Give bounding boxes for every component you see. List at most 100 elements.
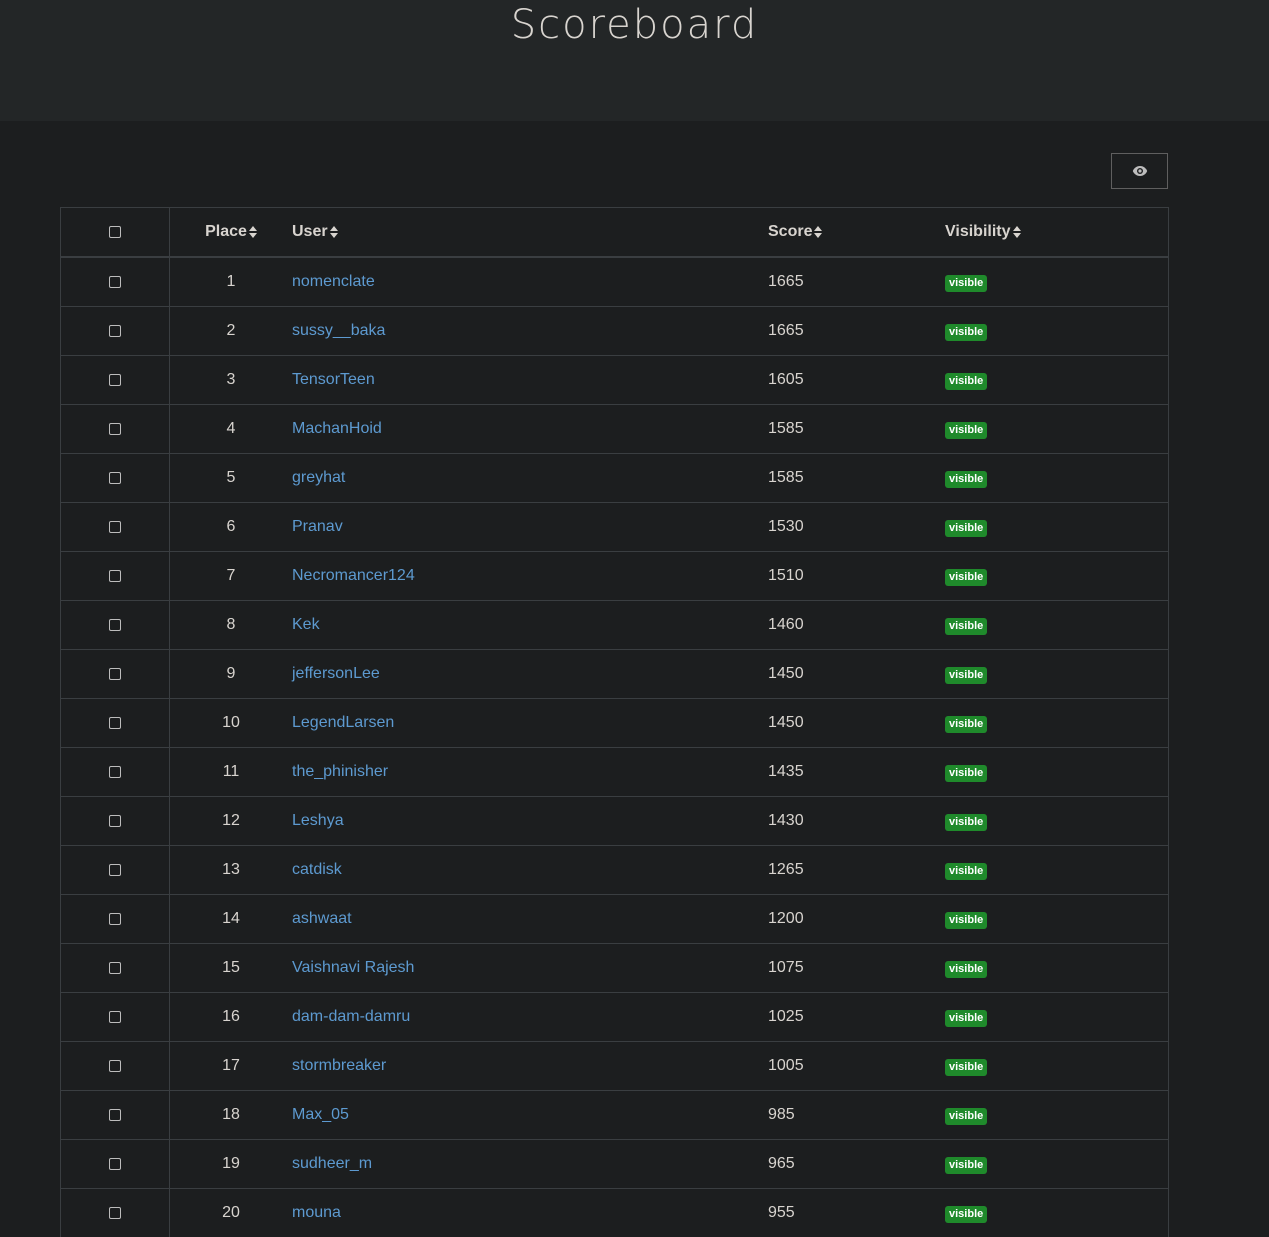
row-checkbox[interactable] bbox=[109, 1158, 121, 1170]
row-select-cell bbox=[61, 895, 170, 944]
table-row: 16dam-dam-damru1025visible bbox=[61, 993, 1169, 1042]
user-link[interactable]: Max_05 bbox=[292, 1106, 349, 1123]
user-cell: greyhat bbox=[292, 454, 768, 503]
row-checkbox[interactable] bbox=[109, 276, 121, 288]
status-badge: visible bbox=[945, 716, 987, 733]
row-checkbox[interactable] bbox=[109, 1011, 121, 1023]
row-checkbox[interactable] bbox=[109, 815, 121, 827]
status-badge: visible bbox=[945, 520, 987, 537]
user-link[interactable]: greyhat bbox=[292, 469, 345, 486]
visibility-cell: visible bbox=[945, 699, 1169, 748]
user-link[interactable]: Vaishnavi Rajesh bbox=[292, 959, 414, 976]
score-cell: 1665 bbox=[768, 257, 945, 307]
user-cell: sussy__baka bbox=[292, 307, 768, 356]
status-badge: visible bbox=[945, 1059, 987, 1076]
row-checkbox[interactable] bbox=[109, 668, 121, 680]
table-row: 3TensorTeen1605visible bbox=[61, 356, 1169, 405]
status-badge: visible bbox=[945, 667, 987, 684]
user-link[interactable]: Leshya bbox=[292, 812, 344, 829]
user-link[interactable]: TensorTeen bbox=[292, 371, 375, 388]
row-checkbox[interactable] bbox=[109, 766, 121, 778]
visibility-cell: visible bbox=[945, 993, 1169, 1042]
visibility-cell: visible bbox=[945, 748, 1169, 797]
user-link[interactable]: stormbreaker bbox=[292, 1057, 386, 1074]
row-select-cell bbox=[61, 944, 170, 993]
row-checkbox[interactable] bbox=[109, 1060, 121, 1072]
visibility-cell: visible bbox=[945, 552, 1169, 601]
row-checkbox[interactable] bbox=[109, 619, 121, 631]
score-cell: 1265 bbox=[768, 846, 945, 895]
visibility-cell: visible bbox=[945, 895, 1169, 944]
place-cell: 10 bbox=[170, 699, 293, 748]
user-link[interactable]: nomenclate bbox=[292, 273, 375, 290]
user-cell: Pranav bbox=[292, 503, 768, 552]
score-cell: 1435 bbox=[768, 748, 945, 797]
row-checkbox[interactable] bbox=[109, 1109, 121, 1121]
user-link[interactable]: MachanHoid bbox=[292, 420, 382, 437]
visibility-cell: visible bbox=[945, 650, 1169, 699]
row-select-cell bbox=[61, 993, 170, 1042]
user-link[interactable]: sudheer_m bbox=[292, 1155, 372, 1172]
score-cell: 1510 bbox=[768, 552, 945, 601]
table-row: 17stormbreaker1005visible bbox=[61, 1042, 1169, 1091]
row-checkbox[interactable] bbox=[109, 1207, 121, 1219]
row-checkbox[interactable] bbox=[109, 570, 121, 582]
table-row: 12Leshya1430visible bbox=[61, 797, 1169, 846]
user-link[interactable]: LegendLarsen bbox=[292, 714, 394, 731]
status-badge: visible bbox=[945, 912, 987, 929]
column-label-visibility: Visibility bbox=[945, 223, 1011, 240]
place-cell: 6 bbox=[170, 503, 293, 552]
user-link[interactable]: sussy__baka bbox=[292, 322, 385, 339]
row-checkbox[interactable] bbox=[109, 864, 121, 876]
column-header-user[interactable]: User bbox=[292, 208, 768, 258]
user-cell: the_phinisher bbox=[292, 748, 768, 797]
status-badge: visible bbox=[945, 961, 987, 978]
select-all-checkbox[interactable] bbox=[109, 226, 121, 238]
table-row: 4MachanHoid1585visible bbox=[61, 405, 1169, 454]
row-select-cell bbox=[61, 405, 170, 454]
row-select-cell bbox=[61, 1091, 170, 1140]
table-row: 6Pranav1530visible bbox=[61, 503, 1169, 552]
user-link[interactable]: catdisk bbox=[292, 861, 342, 878]
toggle-visibility-button[interactable] bbox=[1111, 153, 1168, 189]
row-checkbox[interactable] bbox=[109, 717, 121, 729]
place-cell: 8 bbox=[170, 601, 293, 650]
place-cell: 13 bbox=[170, 846, 293, 895]
user-link[interactable]: Pranav bbox=[292, 518, 343, 535]
visibility-cell: visible bbox=[945, 405, 1169, 454]
table-row: 19sudheer_m965visible bbox=[61, 1140, 1169, 1189]
user-link[interactable]: Necromancer124 bbox=[292, 567, 415, 584]
row-checkbox[interactable] bbox=[109, 913, 121, 925]
table-row: 14ashwaat1200visible bbox=[61, 895, 1169, 944]
column-header-visibility[interactable]: Visibility bbox=[945, 208, 1169, 258]
status-badge: visible bbox=[945, 275, 987, 292]
user-link[interactable]: ashwaat bbox=[292, 910, 352, 927]
visibility-cell: visible bbox=[945, 356, 1169, 405]
place-cell: 3 bbox=[170, 356, 293, 405]
row-checkbox[interactable] bbox=[109, 423, 121, 435]
row-checkbox[interactable] bbox=[109, 962, 121, 974]
user-link[interactable]: dam-dam-damru bbox=[292, 1008, 410, 1025]
score-cell: 1025 bbox=[768, 993, 945, 1042]
status-badge: visible bbox=[945, 1010, 987, 1027]
table-row: 10LegendLarsen1450visible bbox=[61, 699, 1169, 748]
place-cell: 18 bbox=[170, 1091, 293, 1140]
column-header-score[interactable]: Score bbox=[768, 208, 945, 258]
user-cell: dam-dam-damru bbox=[292, 993, 768, 1042]
row-checkbox[interactable] bbox=[109, 472, 121, 484]
place-cell: 17 bbox=[170, 1042, 293, 1091]
user-cell: stormbreaker bbox=[292, 1042, 768, 1091]
status-badge: visible bbox=[945, 814, 987, 831]
visibility-cell: visible bbox=[945, 601, 1169, 650]
visibility-cell: visible bbox=[945, 944, 1169, 993]
user-link[interactable]: Kek bbox=[292, 616, 320, 633]
row-select-cell bbox=[61, 503, 170, 552]
user-link[interactable]: jeffersonLee bbox=[292, 665, 380, 682]
row-checkbox[interactable] bbox=[109, 325, 121, 337]
row-checkbox[interactable] bbox=[109, 521, 121, 533]
score-cell: 985 bbox=[768, 1091, 945, 1140]
row-checkbox[interactable] bbox=[109, 374, 121, 386]
user-link[interactable]: the_phinisher bbox=[292, 763, 388, 780]
column-header-place[interactable]: Place bbox=[170, 208, 293, 258]
user-link[interactable]: mouna bbox=[292, 1204, 341, 1221]
